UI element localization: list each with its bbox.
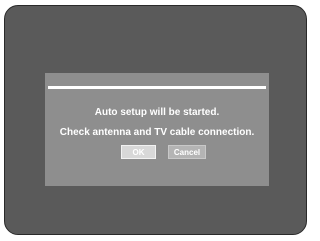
dialog-message-line-2: Check antenna and TV cable connection. [59, 127, 255, 138]
dialog-title-divider [48, 86, 266, 89]
auto-setup-dialog: Auto setup will be started. Check antenn… [45, 73, 269, 186]
tv-screen: Auto setup will be started. Check antenn… [4, 5, 307, 235]
dialog-message-line-1: Auto setup will be started. [94, 107, 220, 118]
ok-button[interactable]: OK [121, 145, 156, 159]
cancel-button[interactable]: Cancel [168, 145, 206, 159]
